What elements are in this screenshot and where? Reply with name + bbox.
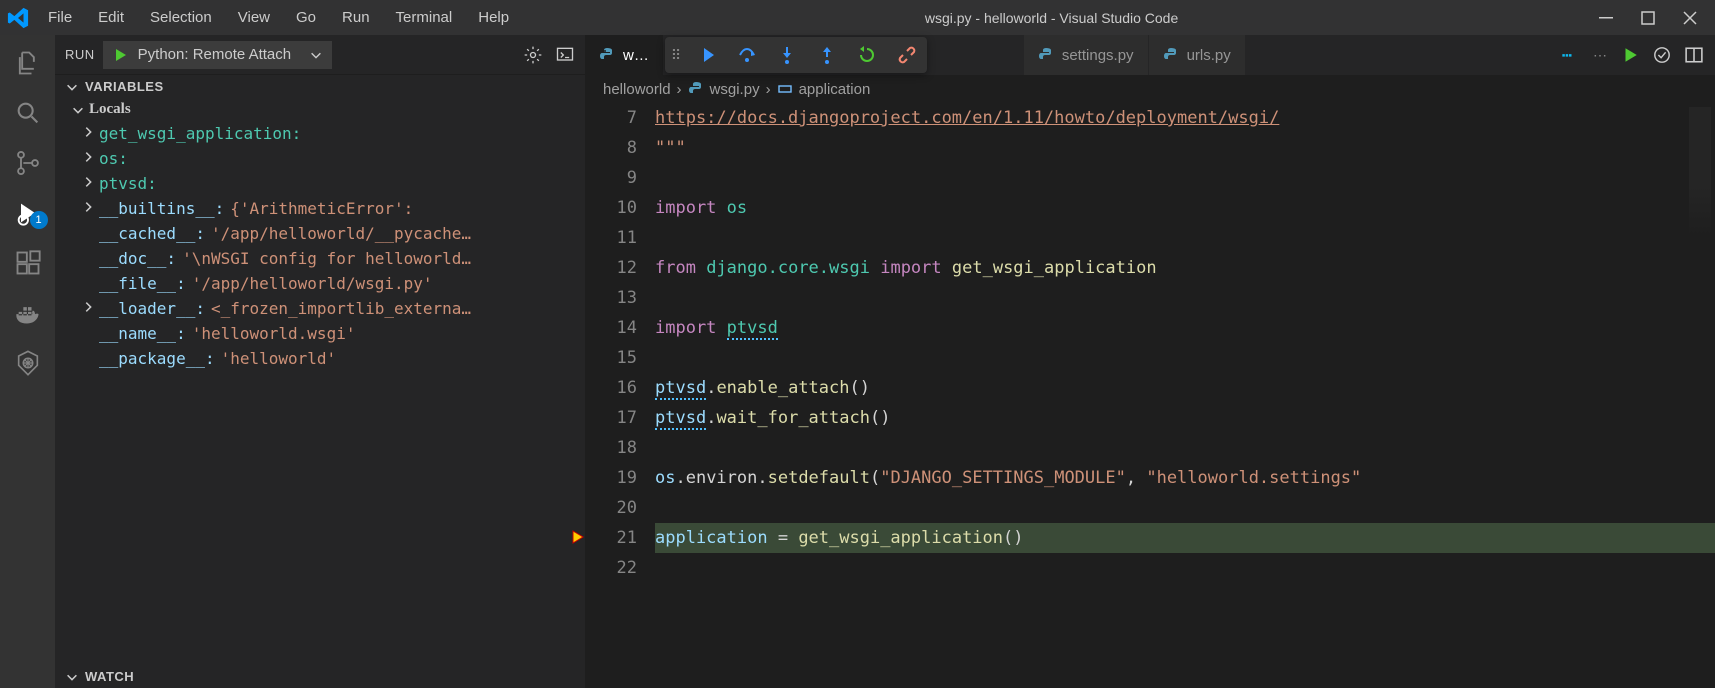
window-title: wsgi.py - helloworld - Visual Studio Cod…: [522, 10, 1581, 26]
chevron-right-icon: [81, 200, 95, 214]
docker-icon[interactable]: [14, 299, 42, 327]
debug-config-selector[interactable]: Python: Remote Attach: [103, 41, 332, 69]
breakpoint-current-icon[interactable]: [571, 529, 587, 545]
debug-badge: 1: [30, 211, 48, 229]
extensions-icon[interactable]: [14, 249, 42, 277]
debug-sidebar: RUN Python: Remote Attach VARIABLES Loca…: [55, 35, 585, 688]
crumb-file[interactable]: wsgi.py: [688, 81, 760, 98]
chevron-right-icon: [81, 175, 95, 189]
variables-section-header[interactable]: VARIABLES: [55, 75, 585, 98]
editor-tabs: w… ⠿ settings.py urls.py ⋯: [585, 35, 1715, 75]
activity-bar: 1: [0, 35, 55, 688]
variable-row[interactable]: get_wsgi_application:: [55, 121, 585, 146]
split-editor-icon[interactable]: [1685, 46, 1703, 64]
python-icon: [599, 47, 615, 63]
tab-urls[interactable]: urls.py: [1149, 35, 1246, 75]
menu-selection[interactable]: Selection: [137, 0, 225, 35]
editor-area: w… ⠿ settings.py urls.py ⋯: [585, 35, 1715, 688]
menu-file[interactable]: File: [35, 0, 85, 35]
menu-run[interactable]: Run: [329, 0, 383, 35]
gear-icon[interactable]: [523, 45, 543, 65]
step-over-button[interactable]: [727, 37, 767, 73]
tab-wsgi[interactable]: w…: [585, 35, 664, 75]
variable-row[interactable]: __loader__:<_frozen_importlib_externa…: [55, 296, 585, 321]
run-label: RUN: [65, 47, 95, 62]
breadcrumb[interactable]: helloworld › wsgi.py › application: [585, 75, 1715, 103]
continue-button[interactable]: [687, 37, 727, 73]
variable-icon: [777, 81, 793, 97]
gutter: 78910111213141516171819202122: [585, 103, 655, 583]
watch-section-header[interactable]: WATCH: [55, 665, 585, 688]
step-out-button[interactable]: [807, 37, 847, 73]
kubernetes-icon[interactable]: [14, 349, 42, 377]
menu-help[interactable]: Help: [465, 0, 522, 35]
menu-terminal[interactable]: Terminal: [383, 0, 466, 35]
chevron-down-icon: [65, 80, 79, 94]
tab-settings[interactable]: settings.py: [1024, 35, 1149, 75]
chevron-down-icon[interactable]: [309, 48, 323, 62]
ellipsis-icon[interactable]: ⋯: [1593, 47, 1607, 64]
code-editor[interactable]: 78910111213141516171819202122 https://do…: [585, 103, 1715, 583]
run-debug-icon[interactable]: 1: [14, 199, 42, 227]
debug-toolbar: ⠿: [665, 37, 927, 73]
drag-handle-icon[interactable]: ⠿: [665, 47, 687, 64]
chevron-right-icon: [81, 125, 95, 139]
chevron-down-icon: [65, 670, 79, 684]
python-icon: [1038, 47, 1054, 63]
scope-locals[interactable]: Locals: [55, 98, 585, 121]
search-icon[interactable]: [14, 99, 42, 127]
disconnect-button[interactable]: [887, 37, 927, 73]
vscode-logo-icon: [0, 0, 35, 35]
variable-row[interactable]: __doc__:'\nWSGI config for helloworld…: [55, 246, 585, 271]
debug-console-icon[interactable]: [555, 45, 575, 65]
menu-view[interactable]: View: [225, 0, 283, 35]
menu-edit[interactable]: Edit: [85, 0, 137, 35]
crumb-symbol[interactable]: application: [777, 81, 871, 98]
step-into-button[interactable]: [767, 37, 807, 73]
variable-row[interactable]: __name__:'helloworld.wsgi': [55, 321, 585, 346]
titlebar: File Edit Selection View Go Run Terminal…: [0, 0, 1715, 35]
docker-tab-icon[interactable]: [1559, 45, 1579, 65]
run-header: RUN Python: Remote Attach: [55, 35, 585, 75]
code-lines[interactable]: https://docs.djangoproject.com/en/1.11/h…: [655, 103, 1715, 583]
chevron-right-icon: [81, 150, 95, 164]
restart-button[interactable]: [847, 37, 887, 73]
python-icon: [1163, 47, 1179, 63]
play-icon[interactable]: [112, 47, 128, 63]
chevron-down-icon: [71, 103, 85, 117]
run-file-icon[interactable]: [1621, 46, 1639, 64]
crumb-folder[interactable]: helloworld: [603, 81, 671, 98]
variable-row[interactable]: __file__:'/app/helloworld/wsgi.py': [55, 271, 585, 296]
variable-row[interactable]: ptvsd:: [55, 171, 585, 196]
variable-row[interactable]: __cached__:'/app/helloworld/__pycache…: [55, 221, 585, 246]
minimap[interactable]: [1689, 107, 1711, 237]
variable-row[interactable]: __builtins__:{'ArithmeticError':: [55, 196, 585, 221]
maximize-icon[interactable]: [1641, 11, 1655, 25]
config-name: Python: Remote Attach: [138, 46, 291, 63]
variable-row[interactable]: __package__:'helloworld': [55, 346, 585, 371]
source-control-icon[interactable]: [14, 149, 42, 177]
explorer-icon[interactable]: [14, 49, 42, 77]
minimize-icon[interactable]: [1599, 11, 1613, 25]
python-icon: [688, 81, 704, 97]
close-icon[interactable]: [1683, 11, 1697, 25]
menu-go[interactable]: Go: [283, 0, 329, 35]
chevron-right-icon: [81, 300, 95, 314]
variable-row[interactable]: os:: [55, 146, 585, 171]
run-test-icon[interactable]: [1653, 46, 1671, 64]
menubar: File Edit Selection View Go Run Terminal…: [35, 0, 522, 35]
